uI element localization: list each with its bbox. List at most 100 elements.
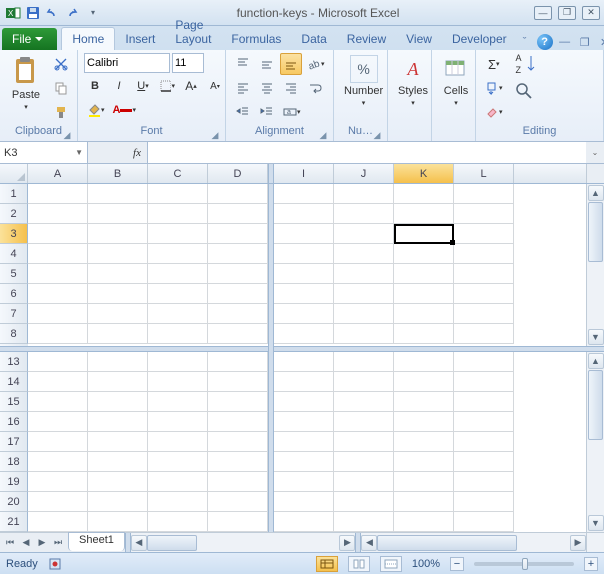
cell[interactable] <box>274 452 334 472</box>
vertical-scrollbar-bottom[interactable]: ▲ ▼ <box>586 352 604 532</box>
cell[interactable] <box>208 472 268 492</box>
cell[interactable] <box>394 304 454 324</box>
cell[interactable] <box>274 412 334 432</box>
cells-bottom-left[interactable] <box>28 352 268 532</box>
tab-developer[interactable]: Developer <box>442 28 517 50</box>
formula-bar-expand-icon[interactable]: ⌄ <box>586 142 604 163</box>
align-middle-button[interactable] <box>256 53 278 75</box>
tab-home[interactable]: Home <box>61 27 115 50</box>
cell[interactable] <box>334 324 394 344</box>
copy-button[interactable] <box>50 77 72 99</box>
cell[interactable] <box>28 204 88 224</box>
formula-input[interactable] <box>148 142 586 163</box>
row-header-14[interactable]: 14 <box>0 372 28 392</box>
cell[interactable] <box>148 372 208 392</box>
cell[interactable] <box>28 432 88 452</box>
cell[interactable] <box>394 324 454 344</box>
cell[interactable] <box>274 304 334 324</box>
cell[interactable] <box>274 352 334 372</box>
cell[interactable] <box>334 492 394 512</box>
cut-button[interactable] <box>50 53 72 75</box>
tab-review[interactable]: Review <box>337 28 396 50</box>
cell[interactable] <box>454 324 514 344</box>
cell[interactable] <box>394 264 454 284</box>
cell[interactable] <box>394 412 454 432</box>
cell[interactable] <box>274 492 334 512</box>
cell[interactable] <box>208 492 268 512</box>
autosum-button[interactable]: Σ▾ <box>482 53 506 75</box>
cell[interactable] <box>148 452 208 472</box>
cell[interactable] <box>334 412 394 432</box>
cell[interactable] <box>208 204 268 224</box>
view-normal-button[interactable] <box>316 556 338 572</box>
cell[interactable] <box>334 452 394 472</box>
row-header-5[interactable]: 5 <box>0 264 28 284</box>
border-button[interactable]: ▾ <box>156 75 178 97</box>
cell[interactable] <box>208 452 268 472</box>
number-launcher-icon[interactable]: ◢ <box>371 128 383 140</box>
cell[interactable] <box>208 184 268 204</box>
cell[interactable] <box>208 352 268 372</box>
scroll-up-icon[interactable]: ▲ <box>588 185 604 201</box>
cell[interactable] <box>88 472 148 492</box>
orientation-button[interactable]: ab▾ <box>304 53 328 75</box>
cell[interactable] <box>334 264 394 284</box>
scroll-thumb-bottom[interactable] <box>588 370 603 440</box>
undo-icon[interactable] <box>44 4 62 22</box>
cell[interactable] <box>394 432 454 452</box>
zoom-level[interactable]: 100% <box>412 558 440 570</box>
cell[interactable] <box>148 284 208 304</box>
underline-button[interactable]: U▾ <box>132 75 154 97</box>
view-page-break-button[interactable] <box>380 556 402 572</box>
zoom-slider[interactable] <box>474 562 574 566</box>
paste-button[interactable]: Paste ▾ <box>6 53 46 113</box>
decrease-font-button[interactable]: A▾ <box>204 75 226 97</box>
scroll-right-icon-right[interactable]: ▶ <box>570 535 586 551</box>
tab-page-layout[interactable]: Page Layout <box>165 14 221 50</box>
cell[interactable] <box>28 512 88 532</box>
scroll-right-icon[interactable]: ▶ <box>339 535 355 551</box>
qat-customize-icon[interactable]: ▾ <box>84 4 102 22</box>
cell[interactable] <box>334 472 394 492</box>
name-box[interactable]: K3▼ <box>0 142 88 163</box>
cell[interactable] <box>28 324 88 344</box>
cell[interactable] <box>394 204 454 224</box>
row-header-8[interactable]: 8 <box>0 324 28 344</box>
cell[interactable] <box>334 392 394 412</box>
zoom-slider-handle[interactable] <box>522 558 528 570</box>
cell[interactable] <box>454 224 514 244</box>
cell[interactable] <box>334 184 394 204</box>
cell[interactable] <box>394 244 454 264</box>
cell[interactable] <box>454 452 514 472</box>
cell[interactable] <box>208 432 268 452</box>
restore-button[interactable]: ❐ <box>558 6 576 20</box>
cell[interactable] <box>148 324 208 344</box>
cell[interactable] <box>28 412 88 432</box>
bold-button[interactable]: B <box>84 75 106 97</box>
cell[interactable] <box>148 472 208 492</box>
scroll-down-icon-bottom[interactable]: ▼ <box>588 515 604 531</box>
row-header-4[interactable]: 4 <box>0 244 28 264</box>
cell[interactable] <box>274 224 334 244</box>
fill-button[interactable]: ▾ <box>482 77 506 99</box>
select-all-button[interactable] <box>0 164 28 183</box>
row-header-7[interactable]: 7 <box>0 304 28 324</box>
styles-button[interactable]: A Styles ▾ <box>394 53 432 109</box>
cell[interactable] <box>274 244 334 264</box>
cell[interactable] <box>454 432 514 452</box>
close-button[interactable]: ✕ <box>582 6 600 20</box>
cell[interactable] <box>148 204 208 224</box>
workbook-minimize-icon[interactable]: — <box>557 34 573 50</box>
wrap-text-button[interactable] <box>304 77 326 99</box>
cells-top-left[interactable] <box>28 184 268 346</box>
cell[interactable] <box>148 224 208 244</box>
cell[interactable] <box>274 284 334 304</box>
sheet-nav-first-icon[interactable]: ⏮ <box>2 535 18 551</box>
cell[interactable] <box>454 392 514 412</box>
cell[interactable] <box>394 472 454 492</box>
row-header-17[interactable]: 17 <box>0 432 28 452</box>
cell[interactable] <box>88 432 148 452</box>
sheet-nav-prev-icon[interactable]: ◀ <box>18 535 34 551</box>
cell[interactable] <box>394 284 454 304</box>
row-header-15[interactable]: 15 <box>0 392 28 412</box>
